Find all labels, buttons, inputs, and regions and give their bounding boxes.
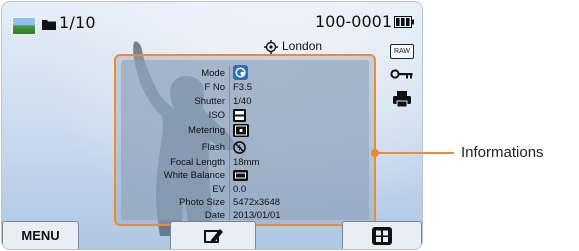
raw-icon: RAW: [390, 44, 414, 59]
image-counter: 1/10: [59, 13, 96, 32]
gps-location: London: [282, 39, 323, 53]
camera-screen: 1/10 100-0001 London RAW Mode F No F3.5 …: [2, 2, 422, 249]
info-row-fno: F No F3.5: [121, 82, 373, 94]
metering-icon: [233, 124, 249, 137]
edit-icon: [204, 229, 223, 243]
info-label-metering: Metering: [188, 125, 225, 136]
edit-button[interactable]: [170, 221, 256, 249]
iso-auto-icon: [233, 109, 246, 122]
info-label-wb: White Balance: [163, 170, 225, 181]
info-label-fno: F No: [204, 82, 225, 93]
info-label-shutter: Shutter: [194, 96, 225, 107]
wb-auto-icon: [233, 170, 248, 181]
info-row-size: Photo Size 5472x3648: [121, 197, 373, 209]
smart-mode-icon: [233, 65, 248, 80]
info-label-mode: Mode: [201, 68, 225, 79]
info-label-flash: Flash: [201, 142, 225, 153]
info-value-shutter: 1/40: [233, 96, 252, 107]
thumbnail-icon: [12, 17, 36, 35]
info-label-size: Photo Size: [179, 197, 225, 208]
info-row-wb: White Balance: [121, 170, 373, 182]
info-value-fno: F3.5: [233, 82, 253, 93]
menu-button-label: MENU: [21, 228, 60, 243]
protect-key-icon: [390, 69, 413, 79]
info-value-size: 5472x3648: [233, 197, 281, 208]
menu-button[interactable]: MENU: [2, 221, 79, 249]
info-row-ev: EV 0.0: [121, 184, 373, 196]
flash-off-icon: [233, 141, 246, 154]
info-value-date: 2013/01/01: [233, 210, 281, 221]
folder-icon: [42, 20, 56, 30]
info-label-focal: Focal Length: [170, 157, 225, 168]
info-panel: Mode F No F3.5 Shutter 1/40 ISO Metering…: [114, 54, 376, 226]
callout-line: [377, 152, 454, 154]
battery-icon: [394, 16, 414, 28]
callout-label: Informations: [461, 144, 544, 161]
grid-view-icon: [372, 227, 392, 245]
info-label-ev: EV: [212, 184, 225, 195]
file-number: 100-0001: [314, 12, 392, 31]
info-row-shutter: Shutter 1/40: [121, 96, 373, 108]
info-label-date: Date: [204, 210, 225, 221]
info-value-focal: 18mm: [233, 157, 260, 168]
info-label-iso: ISO: [208, 110, 225, 121]
info-row-mode: Mode: [121, 65, 373, 80]
printer-icon: [393, 91, 411, 108]
info-row-focal: Focal Length 18mm: [121, 157, 373, 169]
gps-target-icon: [264, 40, 278, 54]
info-value-ev: 0.0: [233, 184, 247, 195]
view-button[interactable]: [342, 221, 422, 249]
info-row-metering: Metering: [121, 124, 373, 137]
info-panel-background: Mode F No F3.5 Shutter 1/40 ISO Metering…: [121, 60, 369, 224]
info-row-iso: ISO: [121, 109, 373, 122]
info-row-flash: Flash: [121, 141, 373, 154]
